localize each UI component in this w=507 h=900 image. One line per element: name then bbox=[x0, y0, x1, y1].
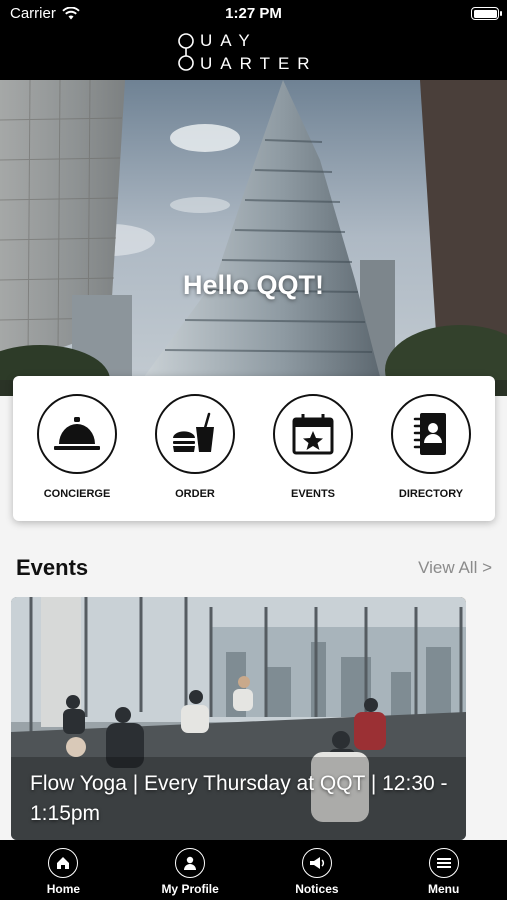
order-label: ORDER bbox=[175, 488, 215, 500]
concierge-label: CONCIERGE bbox=[43, 488, 111, 500]
hamburger-icon bbox=[428, 848, 459, 878]
event-title: Flow Yoga | Every Thursday at QQT | 12:3… bbox=[30, 772, 448, 825]
clock: 1:27 PM bbox=[225, 5, 282, 22]
tab-menu-label: Menu bbox=[427, 882, 460, 896]
bottom-tab-bar: Home My Profile Notices Menu bbox=[0, 840, 507, 900]
status-bar: Carrier 1:27 PM bbox=[0, 0, 507, 28]
food-drink-icon bbox=[173, 412, 214, 452]
directory-icon-circle[interactable] bbox=[391, 394, 471, 474]
battery-icon bbox=[471, 7, 502, 20]
tab-menu[interactable]: Menu bbox=[380, 840, 507, 900]
tab-home-label: Home bbox=[46, 882, 81, 896]
tab-notices-label: Notices bbox=[295, 882, 339, 896]
hero-greeting: Hello QQT! bbox=[183, 270, 324, 300]
directory-button[interactable]: DIRECTORY bbox=[381, 394, 481, 500]
order-button[interactable]: ORDER bbox=[145, 394, 245, 500]
app-header: Carrier 1:27 PM UAY UARTER bbox=[0, 0, 507, 80]
view-all-events-link[interactable]: View All > bbox=[418, 558, 492, 578]
concierge-icon-circle[interactable] bbox=[37, 394, 117, 474]
calendar-star-icon bbox=[292, 414, 334, 455]
logo-line-2: UARTER bbox=[200, 54, 318, 73]
tab-my-profile[interactable]: My Profile bbox=[127, 840, 254, 900]
megaphone-icon bbox=[301, 848, 332, 878]
featured-event-card[interactable]: Flow Yoga | Every Thursday at QQT | 12:3… bbox=[11, 597, 466, 840]
quay-quarter-logo: UAY UARTER bbox=[178, 30, 338, 76]
tab-my-profile-label: My Profile bbox=[161, 882, 219, 896]
events-label: EVENTS bbox=[290, 488, 335, 500]
quick-actions-card: CONCIERGE ORDER EVENTS DIRECTORY bbox=[13, 376, 495, 521]
concierge-button[interactable]: CONCIERGE bbox=[27, 394, 127, 500]
order-icon-circle[interactable] bbox=[155, 394, 235, 474]
directory-label: DIRECTORY bbox=[398, 488, 464, 500]
concierge-bell-icon bbox=[54, 417, 100, 450]
hero-banner: Hello QQT! bbox=[0, 80, 507, 396]
profile-icon bbox=[175, 848, 206, 878]
events-button[interactable]: EVENTS bbox=[263, 394, 363, 500]
home-icon bbox=[48, 848, 79, 878]
logo-line-1: UAY bbox=[200, 31, 258, 50]
tab-home[interactable]: Home bbox=[0, 840, 127, 900]
events-heading: Events bbox=[16, 555, 89, 580]
directory-book-icon bbox=[413, 413, 446, 455]
logo-mark bbox=[178, 33, 194, 71]
tab-notices[interactable]: Notices bbox=[254, 840, 381, 900]
hero-building-image bbox=[0, 80, 507, 396]
events-icon-circle[interactable] bbox=[273, 394, 353, 474]
